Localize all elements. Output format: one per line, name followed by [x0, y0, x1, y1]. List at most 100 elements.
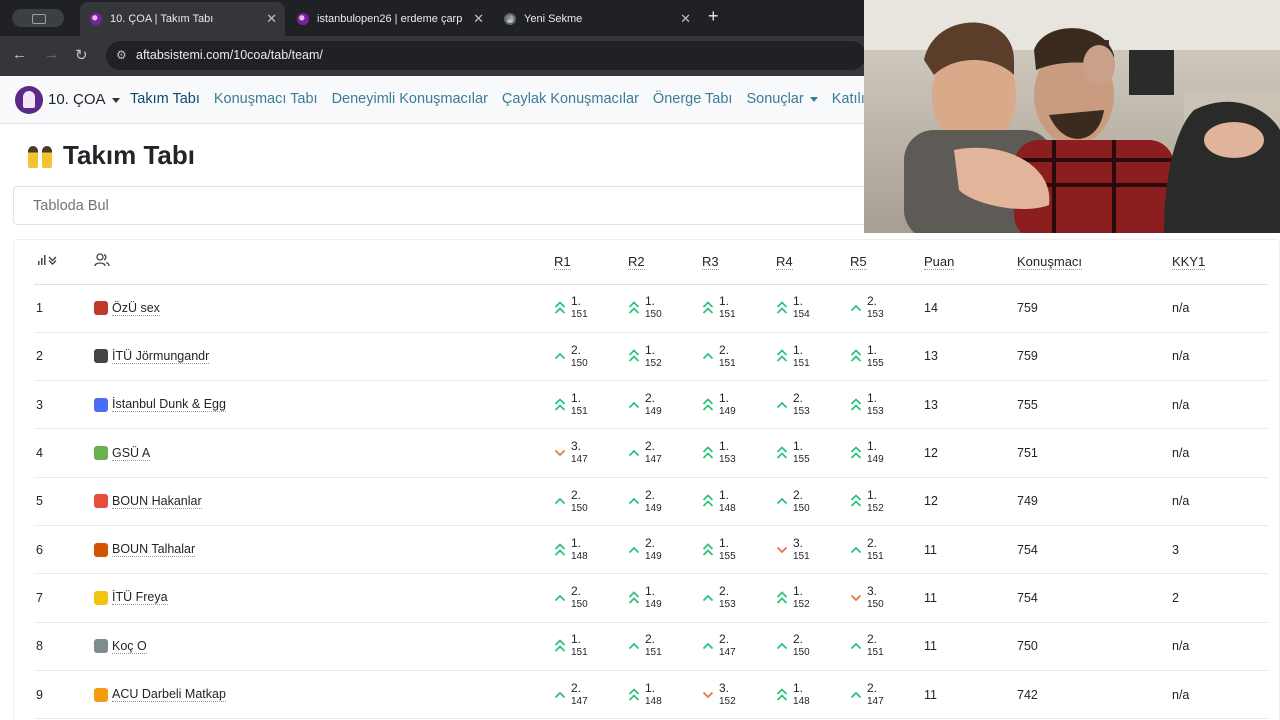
- nav-link-participants[interactable]: Katılı: [832, 91, 865, 107]
- round-result-cell[interactable]: 1. 155: [776, 428, 850, 478]
- team-name-link[interactable]: ACU Darbeli Matkap: [112, 687, 226, 703]
- team-cell: İTÜ Freya: [94, 573, 554, 623]
- round-result-cell[interactable]: 1. 152: [776, 573, 850, 623]
- double-chevron-up-icon: [850, 446, 862, 460]
- nav-link-results-dropdown[interactable]: Sonuçlar: [746, 91, 818, 107]
- r2-header[interactable]: R2: [628, 240, 702, 285]
- team-name-link[interactable]: BOUN Hakanlar: [112, 494, 202, 509]
- round-placement: 1.: [793, 680, 804, 695]
- nav-link-motion-tab[interactable]: Önerge Tabı: [653, 91, 733, 107]
- nav-link-speaker-tab[interactable]: Konuşmacı Tabı: [214, 91, 318, 107]
- round-result-cell[interactable]: 3. 147: [554, 428, 628, 478]
- r1-header[interactable]: R1: [554, 240, 628, 285]
- close-tab-icon[interactable]: ✕: [680, 11, 691, 27]
- browser-tab[interactable]: Yeni Sekme ✕: [494, 2, 699, 36]
- round-result-cell[interactable]: 2. 150: [554, 477, 628, 526]
- round-speaks: 147: [571, 454, 588, 466]
- speaker-score-cell: 759: [1017, 284, 1172, 333]
- round-result-cell[interactable]: 3. 150: [850, 573, 924, 623]
- round-result-cell[interactable]: 2. 150: [554, 332, 628, 382]
- round-result-cell[interactable]: 1. 150: [628, 284, 702, 333]
- round-placement: 2.: [867, 294, 878, 309]
- round-result-cell[interactable]: 2. 151: [702, 332, 776, 382]
- round-result-cell[interactable]: 1. 148: [554, 525, 628, 575]
- forward-arrow-icon[interactable]: →: [44, 46, 59, 63]
- round-result-cell[interactable]: 1. 153: [702, 428, 776, 478]
- address-bar[interactable]: ⚙ aftabsistemi.com/10coa/tab/team/: [106, 41, 866, 70]
- round-result-cell[interactable]: 1. 148: [628, 670, 702, 720]
- nav-link-team-tab[interactable]: Takım Tabı: [130, 91, 200, 107]
- round-result-cell[interactable]: 2. 149: [628, 477, 702, 526]
- round-result-cell[interactable]: 1. 155: [850, 332, 924, 382]
- team-name-link[interactable]: İTÜ Freya: [112, 590, 168, 606]
- round-result-cell[interactable]: 2. 147: [850, 670, 924, 720]
- round-result-cell[interactable]: 1. 151: [554, 284, 628, 333]
- browser-tab-active[interactable]: 10. ÇOA | Takım Tabı ✕: [80, 2, 285, 36]
- round-result-cell[interactable]: 2. 147: [628, 428, 702, 478]
- r3-header[interactable]: R3: [702, 240, 776, 285]
- rank-cell: 5: [34, 477, 94, 526]
- nav-link-novice-speakers[interactable]: Çaylak Konuşmacılar: [502, 91, 639, 107]
- round-placement: 2.: [571, 584, 582, 599]
- round-result-cell[interactable]: 1. 153: [850, 380, 924, 430]
- round-result-cell[interactable]: 2. 153: [850, 284, 924, 333]
- round-result-cell[interactable]: 2. 150: [554, 573, 628, 623]
- round-result-cell[interactable]: 1. 151: [702, 284, 776, 333]
- team-header[interactable]: [94, 240, 554, 285]
- tab-search-button[interactable]: [12, 9, 64, 27]
- round-result-cell[interactable]: 2. 149: [628, 525, 702, 575]
- round-result-cell[interactable]: 1. 148: [776, 670, 850, 720]
- round-result-cell[interactable]: 2. 147: [554, 670, 628, 720]
- round-result-cell[interactable]: 2. 151: [850, 622, 924, 671]
- speaker-score-header[interactable]: Konuşmacı: [1017, 240, 1172, 285]
- round-result-cell[interactable]: 1. 152: [850, 477, 924, 526]
- team-name-link[interactable]: BOUN Talhalar: [112, 542, 196, 558]
- points-header[interactable]: Puan: [924, 240, 1017, 285]
- nav-link-experienced-speakers[interactable]: Deneyimli Konuşmacılar: [332, 91, 488, 107]
- round-result-cell[interactable]: 1. 155: [702, 525, 776, 575]
- round-result-cell[interactable]: 1. 151: [554, 622, 628, 671]
- round-result-cell[interactable]: 1. 148: [702, 477, 776, 526]
- r5-header[interactable]: R5: [850, 240, 924, 285]
- round-result-cell[interactable]: 1. 149: [850, 428, 924, 478]
- round-result-cell[interactable]: 2. 147: [702, 622, 776, 671]
- close-tab-icon[interactable]: ✕: [266, 11, 277, 27]
- round-result-cell[interactable]: 2. 153: [702, 573, 776, 623]
- points-cell: 13: [924, 380, 1017, 430]
- round-result-cell[interactable]: 3. 151: [776, 525, 850, 575]
- round-result-cell[interactable]: 2. 150: [776, 622, 850, 671]
- round-result-cell[interactable]: 1. 152: [628, 332, 702, 382]
- kky1-cell: n/a: [1172, 428, 1268, 478]
- round-result-cell[interactable]: 1. 149: [628, 573, 702, 623]
- round-result-cell[interactable]: 1. 151: [776, 332, 850, 382]
- reload-icon[interactable]: ↻: [75, 46, 88, 64]
- round-result-cell[interactable]: 2. 151: [850, 525, 924, 575]
- double-chevron-up-icon: [776, 446, 788, 460]
- rank-sort-header[interactable]: [34, 240, 94, 285]
- new-tab-plus-icon[interactable]: +: [708, 6, 719, 27]
- round-result-cell[interactable]: 1. 151: [554, 380, 628, 430]
- brand-dropdown[interactable]: 10. ÇOA: [48, 91, 120, 108]
- speaker-score-cell: 754: [1017, 573, 1172, 623]
- team-name-link[interactable]: İstanbul Dunk & Egg: [112, 397, 226, 413]
- kky1-header[interactable]: KKY1: [1172, 240, 1268, 285]
- brand-logo-icon[interactable]: [15, 86, 43, 114]
- round-result-cell[interactable]: 2. 151: [628, 622, 702, 671]
- back-arrow-icon[interactable]: ←: [12, 46, 27, 63]
- team-name-link[interactable]: GSÜ A: [112, 446, 151, 461]
- team-name-link[interactable]: İTÜ Jörmungandr: [112, 349, 210, 364]
- team-name-link[interactable]: ÖzÜ sex: [112, 301, 160, 316]
- team-name-link[interactable]: Koç O: [112, 639, 147, 654]
- speaker-score-cell: 759: [1017, 332, 1172, 382]
- r4-header[interactable]: R4: [776, 240, 850, 285]
- team-emoji-icon: [94, 590, 108, 605]
- browser-tab[interactable]: istanbulopen26 | erdeme çarp ✕: [287, 2, 492, 36]
- round-result-cell[interactable]: 1. 154: [776, 284, 850, 333]
- close-tab-icon[interactable]: ✕: [473, 11, 484, 27]
- round-result-cell[interactable]: 3. 152: [702, 670, 776, 720]
- round-result-cell[interactable]: 2. 153: [776, 380, 850, 430]
- round-result-cell[interactable]: 2. 150: [776, 477, 850, 526]
- site-settings-icon[interactable]: ⚙: [116, 48, 127, 62]
- round-result-cell[interactable]: 1. 149: [702, 380, 776, 430]
- round-result-cell[interactable]: 2. 149: [628, 380, 702, 430]
